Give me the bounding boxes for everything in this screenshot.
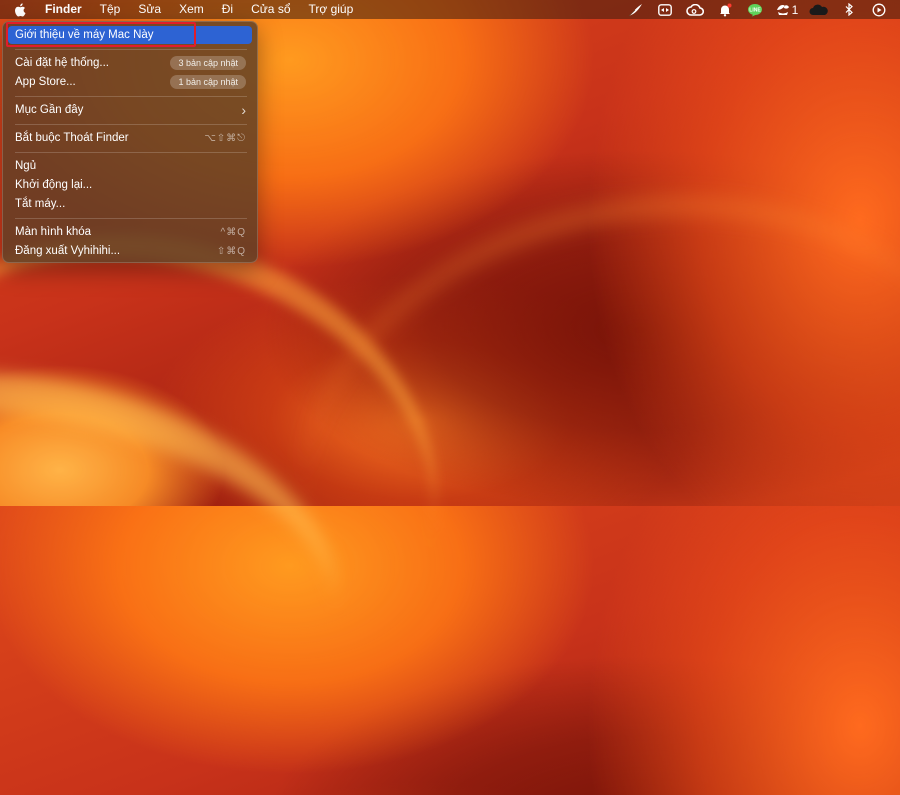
svg-text:LINE: LINE: [749, 7, 761, 13]
menu-help[interactable]: Trợ giúp: [300, 0, 363, 19]
menu-item-sleep[interactable]: Ngủ: [8, 157, 252, 175]
menu-item-about-this-mac[interactable]: Giới thiệu về máy Mac Này: [8, 26, 252, 44]
menu-item-app-store[interactable]: App Store... 1 bản cập nhật: [8, 73, 252, 91]
menu-separator: [15, 49, 247, 50]
menu-item-label: Ngủ: [15, 160, 37, 172]
creative-cloud-icon[interactable]: [680, 0, 710, 19]
menu-item-label: Bắt buộc Thoát Finder: [15, 132, 129, 144]
chevron-right-icon: ›: [241, 102, 246, 118]
menu-item-label: Đăng xuất Vyhihihi...: [15, 245, 121, 257]
keyboard-shortcut: ⌥⇧⌘⎋: [204, 132, 246, 144]
menu-separator: [15, 152, 247, 153]
menu-item-system-settings[interactable]: Cài đặt hệ thống... 3 bản cập nhật: [8, 54, 252, 72]
bluetooth-icon[interactable]: [834, 0, 864, 19]
menu-item-label: Khởi động lại...: [15, 179, 93, 191]
update-badge: 3 bản cập nhật: [170, 56, 246, 70]
plant-icon[interactable]: 1: [770, 0, 804, 19]
menu-item-restart[interactable]: Khởi động lại...: [8, 176, 252, 194]
teamviewer-icon[interactable]: [650, 0, 680, 19]
menu-edit[interactable]: Sửa: [129, 0, 170, 19]
menu-item-force-quit[interactable]: Bắt buộc Thoát Finder ⌥⇧⌘⎋: [8, 129, 252, 147]
menu-item-recent-items[interactable]: Mục Gần đây ›: [8, 101, 252, 119]
menu-window[interactable]: Cửa sổ: [242, 0, 299, 19]
play-circle-icon[interactable]: [864, 0, 894, 19]
keyboard-shortcut: ^⌘Q: [220, 226, 246, 238]
menu-view[interactable]: Xem: [170, 0, 213, 19]
menu-separator: [15, 96, 247, 97]
menu-separator: [15, 124, 247, 125]
menu-file[interactable]: Tệp: [91, 0, 130, 19]
menu-item-label: Màn hình khóa: [15, 226, 92, 238]
update-badge: 1 bản cập nhật: [170, 75, 246, 89]
menu-item-logout[interactable]: Đăng xuất Vyhihihi... ⇧⌘Q: [8, 242, 252, 260]
line-icon[interactable]: LINE: [740, 0, 770, 19]
wallpaper-wave: [258, 143, 900, 795]
apple-menu-dropdown: Giới thiệu về máy Mac Này Cài đặt hệ thố…: [2, 21, 258, 263]
menu-item-label: Mục Gần đây: [15, 104, 84, 116]
wallpaper-wave: [0, 321, 369, 779]
menu-go[interactable]: Đi: [213, 0, 242, 19]
menu-item-label: Tắt máy...: [15, 198, 66, 210]
apple-logo-icon[interactable]: [10, 0, 30, 19]
notification-bell-icon[interactable]: [710, 0, 740, 19]
menu-bar: Finder Tệp Sửa Xem Đi Cửa sổ Trợ giúp LI…: [0, 0, 900, 19]
cloud-icon[interactable]: [804, 0, 834, 19]
feather-icon[interactable]: [620, 0, 650, 19]
menu-item-label: Cài đặt hệ thống...: [15, 57, 109, 69]
menu-item-label: Giới thiệu về máy Mac Này: [15, 29, 154, 41]
menu-item-lock-screen[interactable]: Màn hình khóa ^⌘Q: [8, 223, 252, 241]
plant-count: 1: [791, 2, 799, 17]
keyboard-shortcut: ⇧⌘Q: [216, 245, 246, 257]
menu-item-shutdown[interactable]: Tắt máy...: [8, 195, 252, 213]
menu-item-label: App Store...: [15, 76, 76, 88]
menu-finder[interactable]: Finder: [36, 0, 91, 19]
menu-separator: [15, 218, 247, 219]
